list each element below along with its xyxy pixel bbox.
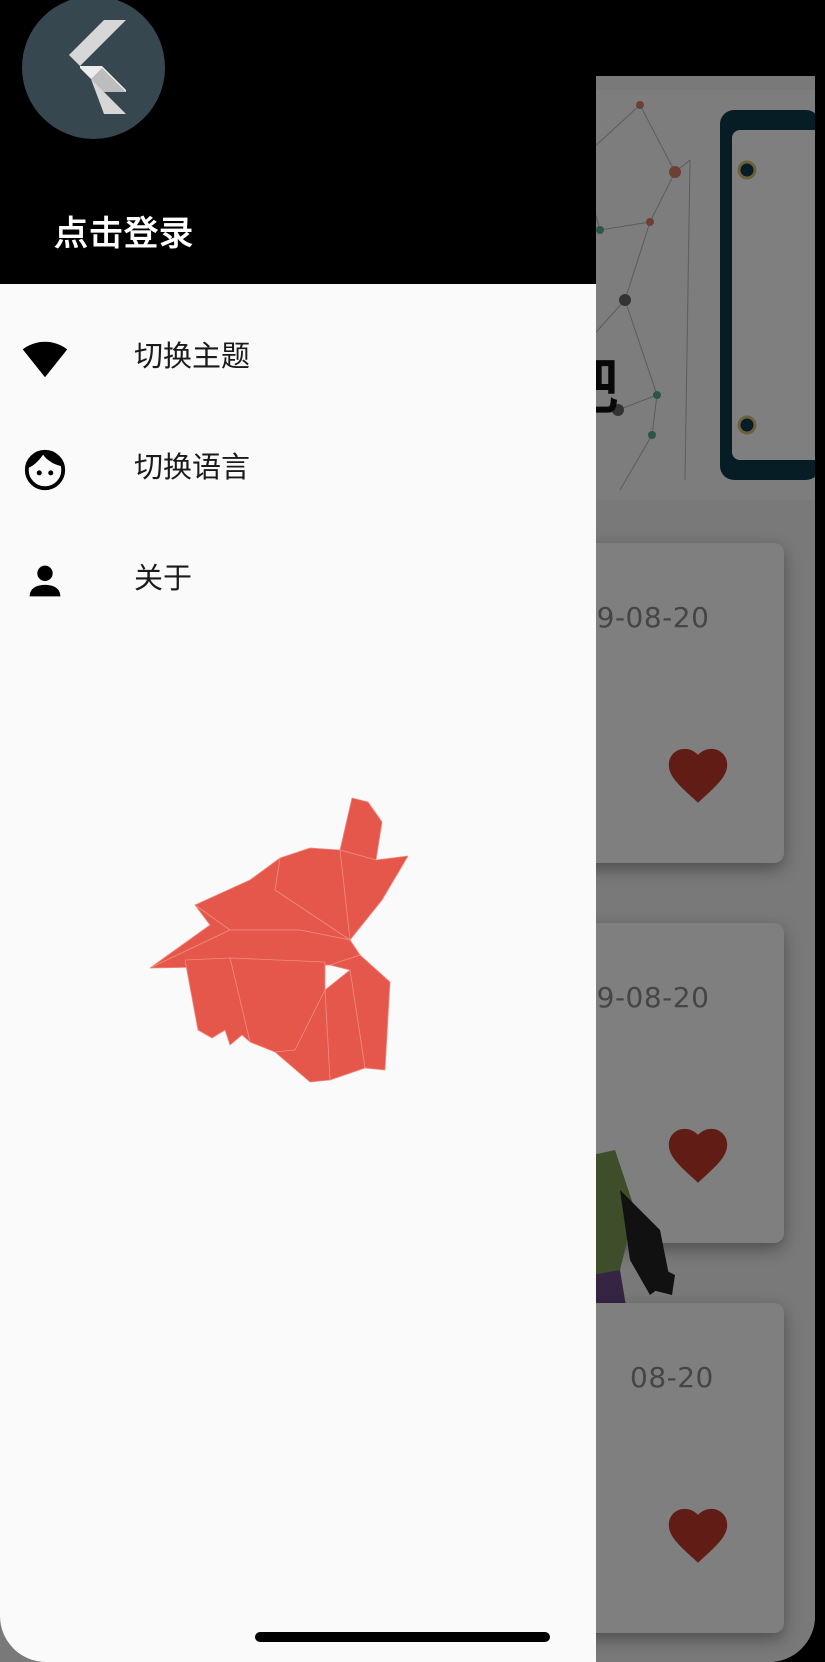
menu-item-about[interactable]: 关于 xyxy=(0,522,596,633)
person-icon xyxy=(29,565,61,597)
menu-item-switch-theme[interactable]: 切换主题 xyxy=(0,300,596,411)
navigation-drawer: 点击登录 切换主题 切换语言 关于 xyxy=(0,0,596,1662)
menu-item-switch-language[interactable]: 切换语言 xyxy=(0,411,596,522)
avatar[interactable] xyxy=(22,0,165,139)
flutter-logo-icon xyxy=(69,20,126,114)
home-indicator[interactable] xyxy=(255,1632,550,1642)
drawer-menu: 切换主题 切换语言 关于 xyxy=(0,300,596,633)
wolf-illustration xyxy=(150,797,409,1083)
drawer-header: 点击登录 xyxy=(0,0,596,284)
face-icon xyxy=(24,449,66,491)
login-label[interactable]: 点击登录 xyxy=(54,206,194,255)
menu-item-label: 关于 xyxy=(134,561,193,595)
screen: 吧 019-08-20 019-08-20 xyxy=(0,0,825,1662)
menu-item-label: 切换主题 xyxy=(134,339,251,373)
wifi-icon xyxy=(22,341,68,378)
menu-item-label: 切换语言 xyxy=(134,450,251,484)
